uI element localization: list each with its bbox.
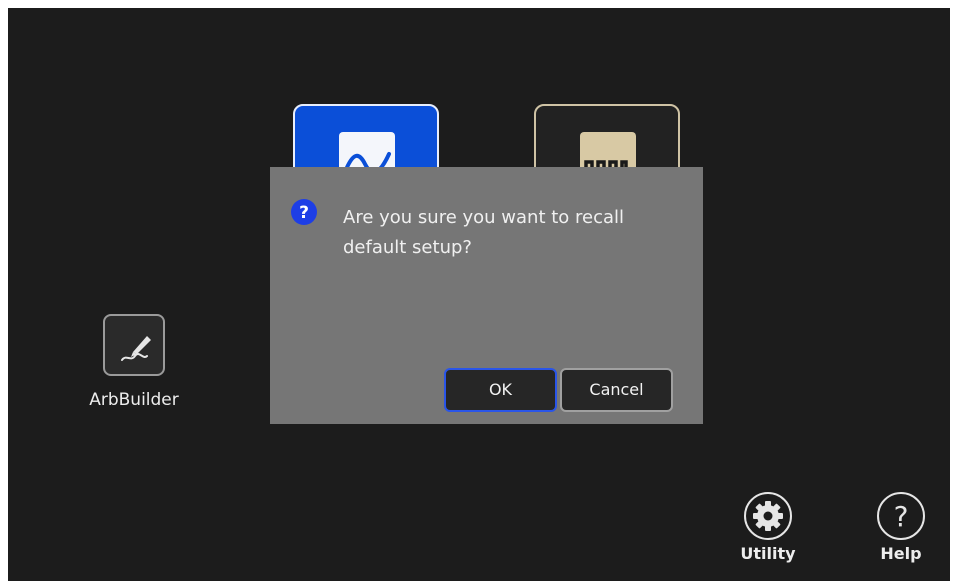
svg-text:?: ?: [299, 203, 309, 223]
question-icon: ?: [290, 198, 318, 226]
arbbuilder-label: ArbBuilder: [89, 390, 179, 410]
svg-text:?: ?: [894, 500, 909, 533]
confirm-dialog: ? Are you sure you want to recall defaul…: [270, 167, 703, 424]
gear-icon: [744, 492, 792, 540]
utility-button[interactable]: Utility: [723, 492, 813, 563]
arbbuilder-app[interactable]: ArbBuilder: [74, 314, 194, 410]
ok-button[interactable]: OK: [444, 368, 557, 412]
pen-signature-icon: [103, 314, 165, 376]
utility-label: Utility: [740, 544, 796, 563]
help-button[interactable]: ? Help: [856, 492, 946, 563]
cancel-button[interactable]: Cancel: [560, 368, 673, 412]
home-screen: ArbBuilder Utility ? Help ? Are you sure…: [8, 8, 950, 581]
question-circle-icon: ?: [877, 492, 925, 540]
dialog-message: Are you sure you want to recall default …: [343, 207, 625, 258]
help-label: Help: [880, 544, 922, 563]
